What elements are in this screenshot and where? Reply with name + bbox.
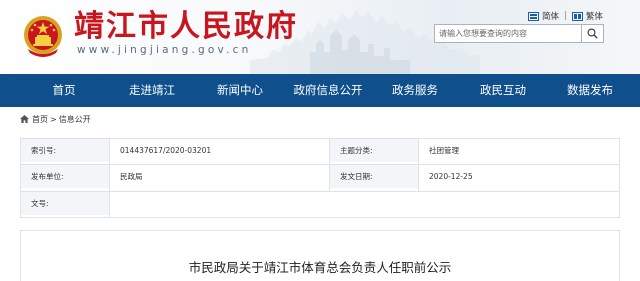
site-header: 靖江市人民政府 www.jingjiang.gov.cn 简体 | 繁体 xyxy=(0,0,640,74)
national-emblem-logo xyxy=(24,16,62,57)
traditional-icon xyxy=(571,11,583,21)
document-number-label: 文号: xyxy=(21,192,109,215)
publisher-label: 发布单位: xyxy=(21,165,109,188)
index-number-value: 014437617/2020-03201 xyxy=(120,146,212,155)
table-divider xyxy=(329,139,330,191)
table-divider xyxy=(21,191,619,192)
main-nav: 首页 走进靖江 新闻中心 政府信息公开 政务服务 政民互动 数据发布 xyxy=(0,74,640,107)
document-number-value xyxy=(110,192,619,215)
traditional-chinese-link[interactable]: 繁体 xyxy=(571,10,603,22)
breadcrumb: 首页 > 信息公开 xyxy=(20,114,91,124)
publisher-value: 民政局 xyxy=(120,172,143,181)
simplified-icon xyxy=(528,11,539,21)
nav-item-public-interaction[interactable]: 政民互动 xyxy=(480,74,526,107)
table-divider xyxy=(109,139,110,217)
breadcrumb-home-link[interactable]: 首页 xyxy=(32,114,48,125)
article-panel: 市民政局关于靖江市体育总会负责人任职前公示 xyxy=(20,230,620,281)
search-box xyxy=(434,24,604,43)
nav-item-data-release[interactable]: 数据发布 xyxy=(567,74,613,107)
nav-item-news-center[interactable]: 新闻中心 xyxy=(217,74,263,107)
simplified-chinese-link[interactable]: 简体 xyxy=(528,10,559,22)
breadcrumb-current-link[interactable]: 信息公开 xyxy=(59,114,91,125)
nav-item-government-services[interactable]: 政务服务 xyxy=(392,74,438,107)
issue-date-label: 发文日期: xyxy=(330,165,418,188)
article-title: 市民政局关于靖江市体育总会负责人任职前公示 xyxy=(188,260,452,275)
table-divider xyxy=(418,139,419,191)
home-icon xyxy=(20,115,29,123)
topic-category-label: 主题分类: xyxy=(330,139,418,162)
nav-item-about-jingjiang[interactable]: 走进靖江 xyxy=(129,74,175,107)
search-icon xyxy=(587,28,598,39)
language-switch: 简体 | 繁体 xyxy=(528,10,603,22)
breadcrumb-separator: > xyxy=(50,114,57,124)
topic-category-value: 社团管理 xyxy=(429,146,459,155)
search-button[interactable] xyxy=(581,25,603,42)
index-number-label: 索引号: xyxy=(21,139,109,162)
nav-item-info-disclosure[interactable]: 政府信息公开 xyxy=(294,74,363,107)
site-title: 靖江市人民政府 xyxy=(74,9,298,44)
site-url: www.jingjiang.gov.cn xyxy=(77,44,252,56)
issue-date-value: 2020-12-25 xyxy=(429,172,473,181)
link-separator: | xyxy=(564,11,567,21)
simplified-label: 简体 xyxy=(542,12,560,22)
nav-item-home[interactable]: 首页 xyxy=(53,74,76,107)
search-input[interactable] xyxy=(435,25,577,42)
table-divider xyxy=(21,164,619,165)
traditional-label: 繁体 xyxy=(585,12,603,22)
document-info-table: 索引号: 014437617/2020-03201 主题分类: 社团管理 发布单… xyxy=(20,138,620,218)
